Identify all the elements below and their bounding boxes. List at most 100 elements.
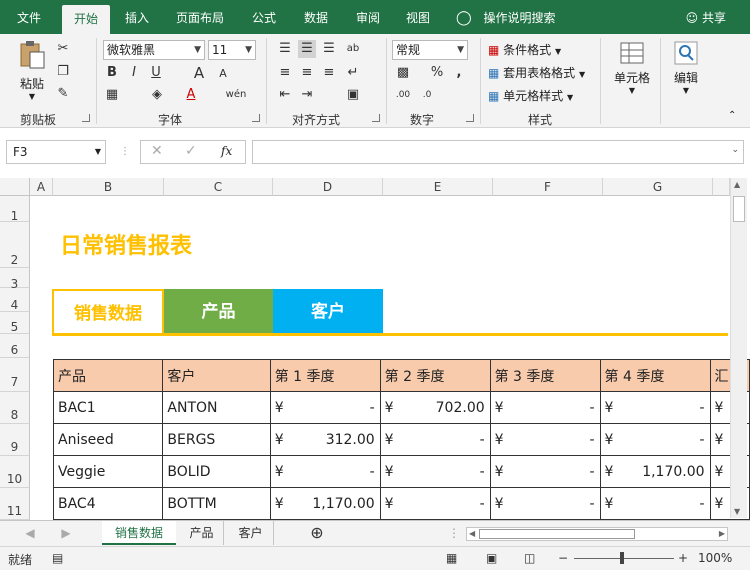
align-center-icon[interactable]: ≡	[298, 64, 316, 82]
decrease-indent-icon[interactable]: ⇤	[276, 86, 294, 104]
underline-button[interactable]: U	[147, 64, 165, 82]
cell-q4[interactable]: ¥1,170.00	[599, 455, 711, 488]
clipboard-launcher-icon[interactable]	[82, 114, 90, 122]
tell-me-search[interactable]: ◯ 操作说明搜索	[456, 0, 556, 34]
zoom-level[interactable]: 100%	[698, 551, 732, 565]
prev-sheet-icon[interactable]: ◀	[22, 521, 38, 545]
cell-q4[interactable]: ¥ -	[599, 487, 711, 520]
bold-button[interactable]: B	[103, 64, 121, 82]
enter-icon[interactable]: ✓	[185, 143, 197, 159]
row-header-11[interactable]: 11	[0, 488, 30, 520]
scroll-down-icon[interactable]: ▼	[734, 507, 740, 516]
next-sheet-icon[interactable]: ▶	[58, 521, 74, 545]
page-layout-view-icon[interactable]: ▣	[486, 551, 497, 565]
cell-customer[interactable]: BOLID	[162, 455, 271, 488]
percent-button[interactable]: %	[428, 64, 446, 82]
scroll-right-icon[interactable]: ▶	[719, 529, 725, 538]
tab-data[interactable]: 数据	[296, 0, 336, 34]
cancel-icon[interactable]: ✕	[151, 143, 163, 159]
cells-button[interactable]: 单元格 ▼	[610, 40, 654, 95]
cell-q2[interactable]: ¥702.00	[379, 391, 491, 424]
row-header-9[interactable]: 9	[0, 424, 30, 456]
cell-q1[interactable]: ¥ -	[269, 455, 381, 488]
font-name-select[interactable]: 微软雅黑 ▼	[103, 40, 205, 60]
vertical-scrollbar[interactable]: ▲ ▼	[730, 178, 747, 518]
cell-q1[interactable]: ¥1,170.00	[269, 487, 381, 520]
cell-q3[interactable]: ¥ -	[489, 487, 601, 520]
sheet-tab-sales-data[interactable]: 销售数据	[102, 521, 176, 545]
zoom-out-button[interactable]: −	[558, 551, 568, 565]
share-button[interactable]: ☺ 共享	[686, 0, 726, 34]
header-q4[interactable]: 第 4 季度	[599, 359, 711, 392]
format-as-table-button[interactable]: ▦ 套用表格格式 ▼	[488, 64, 585, 81]
cell-product[interactable]: Veggie	[52, 455, 164, 488]
italic-button[interactable]: I	[125, 64, 143, 82]
tab-view[interactable]: 视图	[398, 0, 438, 34]
row-header-4[interactable]: 4	[0, 288, 30, 312]
column-header-d[interactable]: D	[273, 178, 383, 196]
macro-record-icon[interactable]: ▤	[52, 551, 63, 565]
cell-q2[interactable]: ¥ -	[379, 423, 491, 456]
cell-q4[interactable]: ¥ -	[599, 391, 711, 424]
row-header-6[interactable]: 6	[0, 334, 30, 358]
row-header-7[interactable]: 7	[0, 358, 30, 392]
column-header-g[interactable]: G	[603, 178, 713, 196]
sheet-tab-products[interactable]: 产品	[180, 521, 224, 545]
row-header-10[interactable]: 10	[0, 456, 30, 488]
header-q1[interactable]: 第 1 季度	[269, 359, 381, 392]
font-launcher-icon[interactable]	[252, 114, 260, 122]
zoom-in-button[interactable]: +	[678, 551, 688, 565]
scroll-left-icon[interactable]: ◀	[469, 529, 475, 538]
insert-function-button[interactable]: fx	[221, 144, 232, 158]
accounting-format-icon[interactable]: ▩	[394, 64, 412, 82]
normal-view-icon[interactable]: ▦	[446, 551, 457, 565]
zoom-slider-thumb[interactable]	[620, 552, 624, 564]
increase-indent-icon[interactable]: ⇥	[298, 86, 316, 104]
column-header-e[interactable]: E	[383, 178, 493, 196]
chevron-down-icon[interactable]: ⌄	[731, 145, 739, 155]
number-launcher-icon[interactable]	[466, 114, 474, 122]
column-header-f[interactable]: F	[493, 178, 603, 196]
header-q3[interactable]: 第 3 季度	[489, 359, 601, 392]
section-tab-customers[interactable]: 客户	[273, 289, 383, 335]
font-size-select[interactable]: 11 ▼	[208, 40, 256, 60]
select-all-corner[interactable]	[0, 178, 30, 196]
tab-file[interactable]: 文件	[8, 0, 50, 34]
copy-icon[interactable]: ❐	[54, 63, 72, 81]
align-right-icon[interactable]: ≡	[320, 64, 338, 82]
column-header-h[interactable]	[713, 178, 730, 196]
tab-page-layout[interactable]: 页面布局	[170, 0, 230, 34]
collapse-ribbon-icon[interactable]: ⌃	[728, 110, 736, 121]
borders-icon[interactable]: ▦	[103, 86, 121, 104]
tab-formulas[interactable]: 公式	[244, 0, 284, 34]
section-tab-products[interactable]: 产品	[164, 289, 273, 335]
header-q2[interactable]: 第 2 季度	[379, 359, 491, 392]
scroll-up-icon[interactable]: ▲	[734, 180, 740, 189]
comma-style-button[interactable]: ,	[450, 64, 468, 82]
horizontal-scroll-thumb[interactable]	[479, 529, 635, 539]
page-break-view-icon[interactable]: ◫	[524, 551, 535, 565]
row-header-3[interactable]: 3	[0, 268, 30, 291]
cell-q2[interactable]: ¥ -	[379, 455, 491, 488]
shrink-font-button[interactable]: A	[214, 65, 232, 83]
tab-review[interactable]: 审阅	[348, 0, 388, 34]
section-tab-sales-data[interactable]: 销售数据	[52, 289, 164, 335]
number-format-select[interactable]: 常规 ▼	[392, 40, 468, 60]
tab-home[interactable]: 开始	[62, 5, 110, 34]
align-middle-icon[interactable]: ☰	[298, 40, 316, 58]
cell-q4[interactable]: ¥ -	[599, 423, 711, 456]
tab-split-grip[interactable]: ⋮	[448, 521, 460, 545]
font-color-button[interactable]: A	[182, 86, 200, 104]
column-header-a[interactable]: A	[30, 178, 53, 196]
cell-q3[interactable]: ¥ -	[489, 423, 601, 456]
decrease-decimal-icon[interactable]: .0	[418, 86, 436, 104]
align-bottom-icon[interactable]: ☰	[320, 40, 338, 58]
format-painter-icon[interactable]: ✎	[54, 85, 72, 103]
cell-customer[interactable]: BERGS	[162, 423, 271, 456]
add-sheet-icon[interactable]: ⊕	[306, 521, 328, 545]
cell-q1[interactable]: ¥ -	[269, 391, 381, 424]
cell-q3[interactable]: ¥ -	[489, 391, 601, 424]
tab-insert[interactable]: 插入	[116, 0, 158, 34]
header-customer[interactable]: 客户	[162, 359, 271, 392]
merge-center-icon[interactable]: ▣	[344, 86, 362, 104]
